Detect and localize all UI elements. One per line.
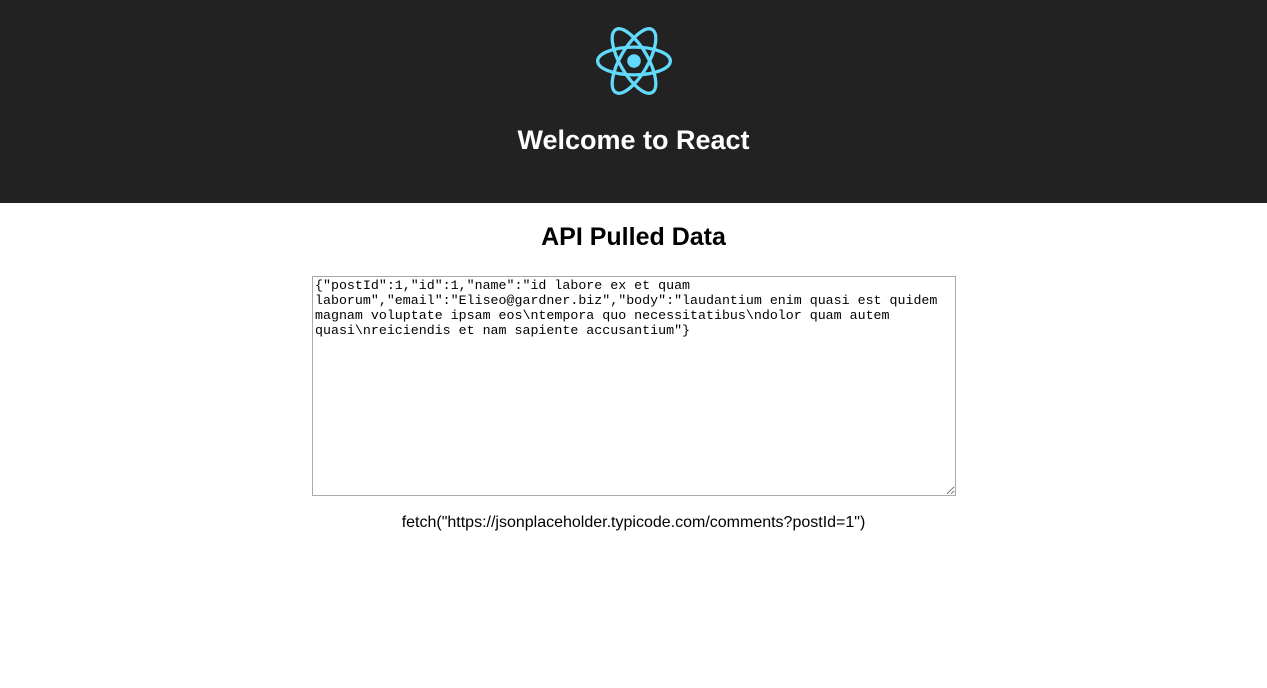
header-title: Welcome to React: [517, 125, 750, 155]
fetch-caption: fetch("https://jsonplaceholder.typicode.…: [401, 514, 866, 531]
app-header: Welcome to React: [0, 0, 1267, 203]
react-logo-icon: [596, 27, 672, 95]
api-data-textarea[interactable]: [312, 276, 956, 496]
section-title: API Pulled Data: [541, 223, 726, 251]
